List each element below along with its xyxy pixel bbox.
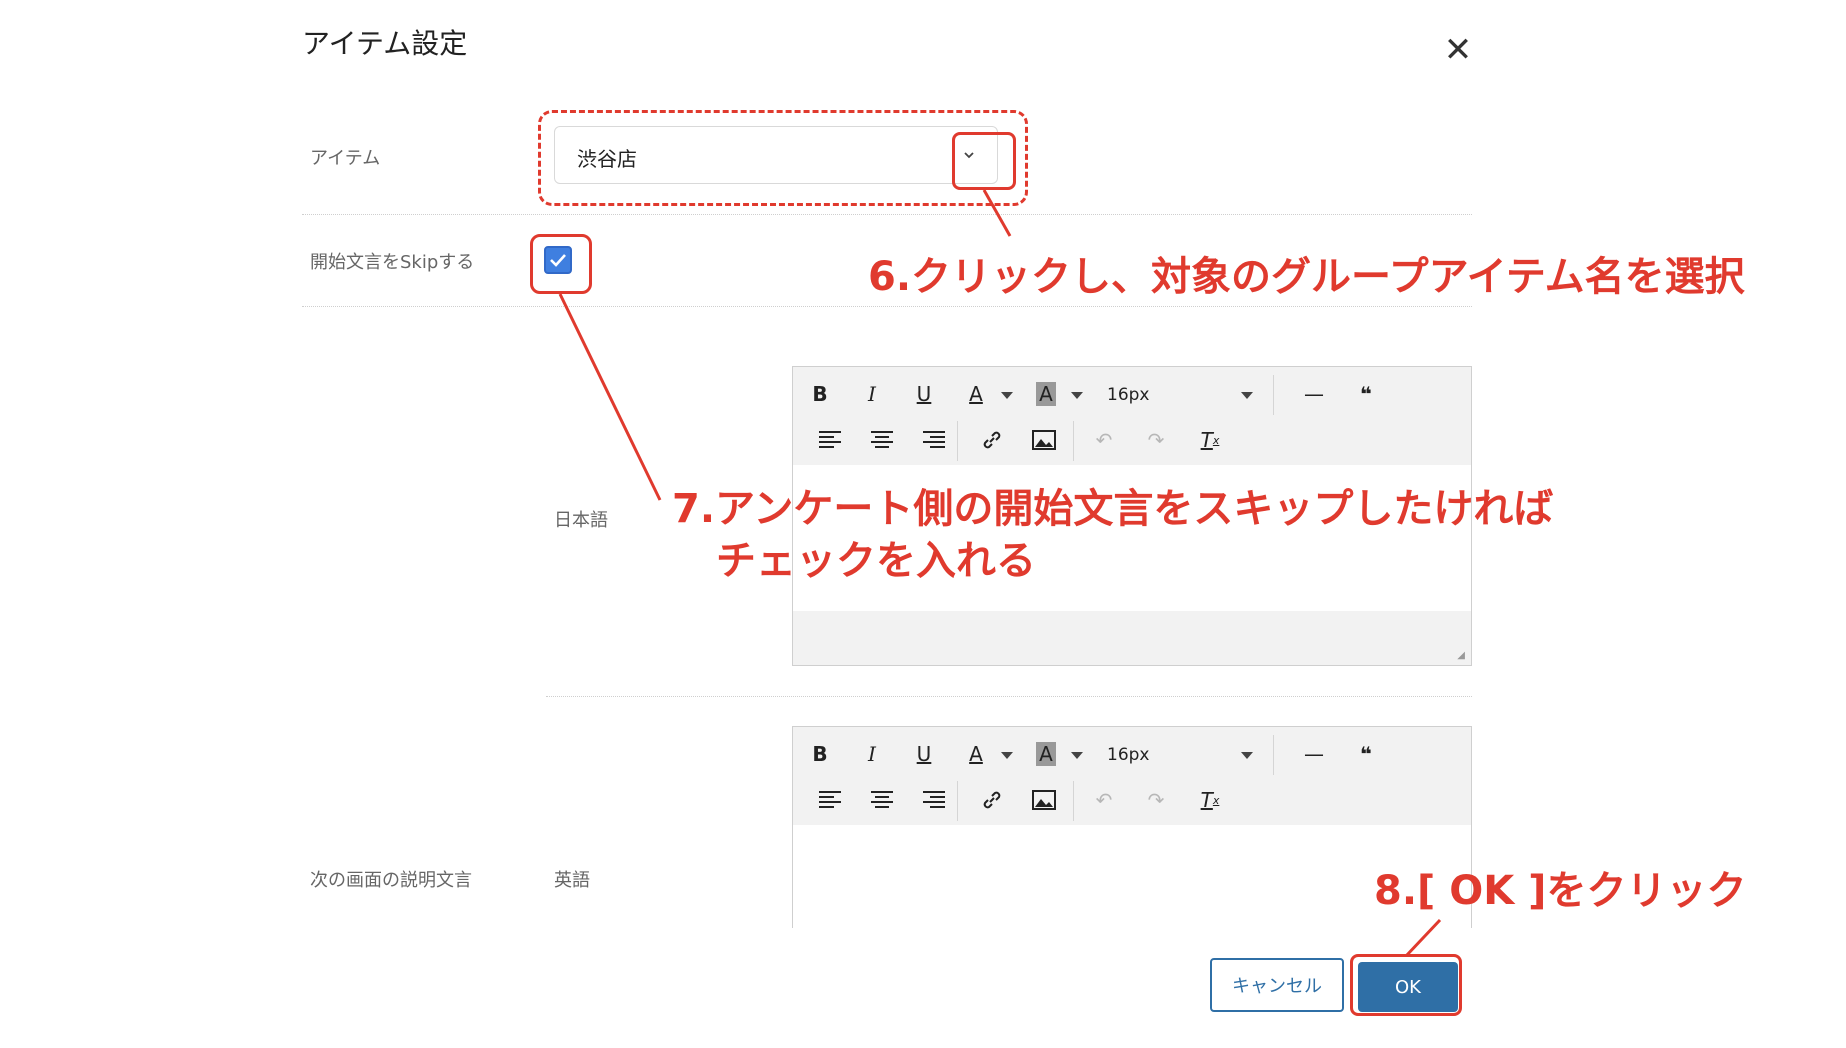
- annotation-step7-line1: 7.アンケート側の開始文言をスキップしたければ: [672, 486, 1554, 532]
- annotation-line-7: [558, 293, 662, 501]
- annotation-step8: 8.[ OK ]をクリック: [1374, 868, 1747, 914]
- annotation-line-6: [982, 189, 1012, 237]
- annotation-step7-line2: チェックを入れる: [716, 538, 1036, 584]
- annotation-line-8: [1404, 918, 1442, 958]
- annotation-step6: 6.クリックし、対象のグループアイテム名を選択: [868, 254, 1745, 300]
